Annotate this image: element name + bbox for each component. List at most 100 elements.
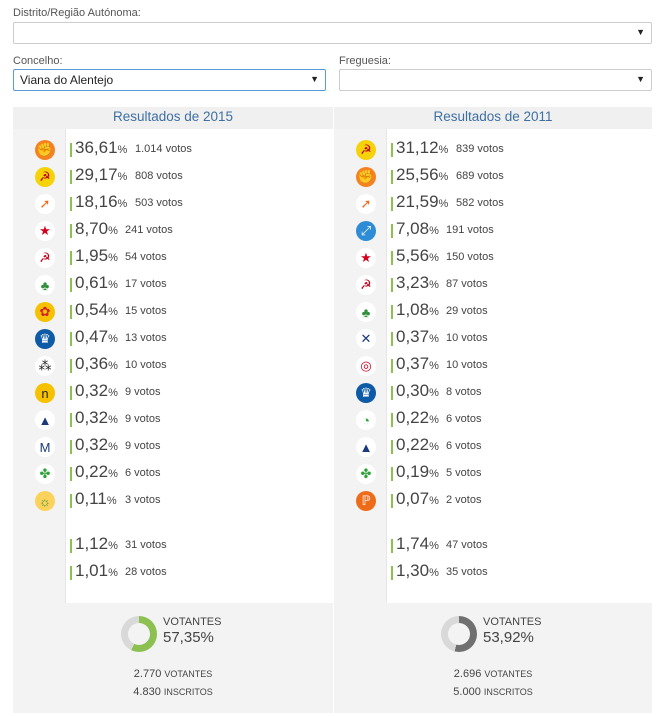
chevron-down-icon: ▼ xyxy=(636,74,645,84)
list-item: ✿ 0,54% 15 votos xyxy=(13,300,333,322)
vote-percentage: 0,07% xyxy=(396,489,439,508)
vote-count: 54 votos xyxy=(125,251,167,263)
vote-percentage: 0,11% xyxy=(75,489,117,508)
result-bar xyxy=(70,467,72,481)
result-bar xyxy=(391,251,393,265)
vote-percentage: 0,32% xyxy=(75,381,118,400)
result-bar xyxy=(70,413,72,427)
turnout-percent: 53,92% xyxy=(483,629,534,646)
vote-percentage: 1,95% xyxy=(75,246,118,265)
vote-count: 17 votos xyxy=(125,278,167,290)
ppm-icon: ♛ xyxy=(35,329,55,349)
district-label: Distrito/Região Autónoma: xyxy=(13,7,141,19)
list-item: n 0,32% 9 votos xyxy=(13,381,333,403)
list-item: ✕ 0,37% 10 votos xyxy=(334,327,652,349)
vote-percentage: 0,19% xyxy=(396,462,439,481)
voters-count: 2.696 VOTANTES xyxy=(453,668,533,680)
result-bar xyxy=(70,143,72,157)
vote-count: 191 votos xyxy=(446,224,494,236)
result-bar xyxy=(391,386,393,400)
mrpp-icon: ◎ xyxy=(356,356,376,376)
voters-label: VOTANTES xyxy=(483,616,542,628)
be-icon: ★ xyxy=(35,221,55,241)
result-bar xyxy=(70,305,72,319)
vote-percentage: 0,54% xyxy=(75,300,118,319)
pctp-mrpp-icon: ☭ xyxy=(35,248,55,268)
result-bar xyxy=(70,440,72,454)
vote-percentage: 0,22% xyxy=(75,462,118,481)
summary-2015: VOTANTES 57,35% 2.770 VOTANTES 4.830 INS… xyxy=(13,603,333,713)
freguesia-label: Freguesia: xyxy=(339,55,391,67)
vote-percentage: 31,12% xyxy=(396,138,449,157)
result-bar xyxy=(70,359,72,373)
vote-count: 689 votos xyxy=(456,170,504,182)
list-item: ♣ 1,08% 29 votos xyxy=(334,300,652,322)
chevron-down-icon: ▼ xyxy=(636,27,645,37)
result-bar xyxy=(391,224,393,238)
vote-count: 8 votos xyxy=(446,386,482,398)
vote-percentage: 21,59% xyxy=(396,192,449,211)
list-item: ♛ 0,30% 8 votos xyxy=(334,381,652,403)
vote-count: 6 votos xyxy=(446,440,482,452)
vote-percentage: 0,30% xyxy=(396,381,439,400)
paf-icon: ➚ xyxy=(35,194,55,214)
list-item: ☼ 0,11% 3 votos xyxy=(13,489,333,511)
result-bar xyxy=(391,332,393,346)
vote-count: 6 votos xyxy=(125,467,161,479)
list-item: 1,30% 35 votos xyxy=(334,561,652,583)
vote-percentage: 0,47% xyxy=(75,327,118,346)
vote-percentage: 0,22% xyxy=(396,408,439,427)
result-bar xyxy=(391,143,393,157)
vote-count: 808 votos xyxy=(135,170,183,182)
results-2011-list: ☭ 31,12% 839 votos ✊ 25,56% 689 votos ➚ 21,59% 5… xyxy=(334,129,652,604)
vote-percentage: 36,61% xyxy=(75,138,128,157)
results-2011-title: Resultados de 2011 xyxy=(334,107,652,129)
vote-count: 1.014 votos xyxy=(135,143,192,155)
vote-count: 241 votos xyxy=(125,224,173,236)
vote-percentage: 7,08% xyxy=(396,219,439,238)
result-bar xyxy=(391,467,393,481)
result-bar xyxy=(70,539,72,553)
pnd-icon: ◔ xyxy=(356,410,376,430)
district-select[interactable]: ▼ xyxy=(13,22,652,44)
pan-icon: ♣ xyxy=(356,302,376,322)
mep-icon: ✕ xyxy=(356,329,376,349)
ppm-icon: ♛ xyxy=(356,383,376,403)
concelho-select[interactable]: Viana do Alentejo ▼ xyxy=(13,69,326,91)
list-item: ✊ 36,61% 1.014 votos xyxy=(13,138,333,160)
list-item: ⁂ 0,36% 10 votos xyxy=(13,354,333,376)
voters-count: 2.770 VOTANTES xyxy=(133,668,213,680)
result-bar xyxy=(70,170,72,184)
list-item: 1,01% 28 votos xyxy=(13,561,333,583)
vote-count: 3 votos xyxy=(125,494,161,506)
ps-icon: ✊ xyxy=(356,167,376,187)
vote-count: 15 votos xyxy=(125,305,167,317)
concelho-value: Viana do Alentejo xyxy=(20,73,114,87)
vote-count: 87 votos xyxy=(446,278,488,290)
freguesia-select[interactable]: ▼ xyxy=(339,69,652,91)
jpp-icon: ⁂ xyxy=(35,356,55,376)
mpt-icon: ✤ xyxy=(35,464,55,484)
result-bar xyxy=(70,278,72,292)
chevron-down-icon: ▼ xyxy=(310,74,319,84)
vote-count: 10 votos xyxy=(446,359,488,371)
vote-percentage: 25,56% xyxy=(396,165,449,184)
list-item: ★ 8,70% 241 votos xyxy=(13,219,333,241)
list-item: M 0,32% 9 votos xyxy=(13,435,333,457)
results-2015-panel: Resultados de 2015 ✊ 36,61% 1.014 votos ☭ 29… xyxy=(13,107,333,604)
registered-count: 5.000 INSCRITOS xyxy=(453,686,533,698)
list-item: 1,74% 47 votos xyxy=(334,534,652,556)
list-item: ☭ 31,12% 839 votos xyxy=(334,138,652,160)
vote-count: 31 votos xyxy=(125,539,167,551)
vote-count: 29 votos xyxy=(446,305,488,317)
vote-percentage: 0,61% xyxy=(75,273,118,292)
vote-count: 35 votos xyxy=(446,566,488,578)
result-bar xyxy=(70,251,72,265)
vote-count: 582 votos xyxy=(456,197,504,209)
summary-2011: VOTANTES 53,92% 2.696 VOTANTES 5.000 INS… xyxy=(334,603,652,713)
vote-percentage: 8,70% xyxy=(75,219,118,238)
pnr-icon: ▲ xyxy=(356,437,376,457)
results-2015-title: Resultados de 2015 xyxy=(13,107,333,129)
vote-count: 47 votos xyxy=(446,539,488,551)
vote-count: 13 votos xyxy=(125,332,167,344)
